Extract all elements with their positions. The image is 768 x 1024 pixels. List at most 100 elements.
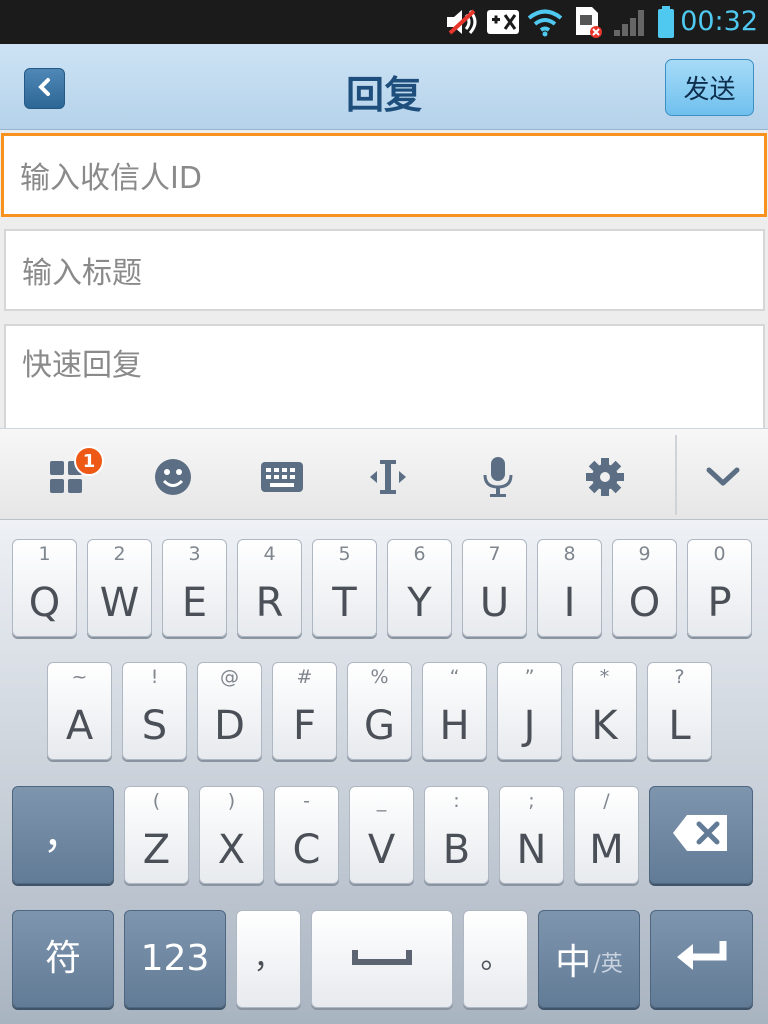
key-hint: ; bbox=[528, 790, 535, 812]
key-t[interactable]: 5T bbox=[312, 539, 377, 637]
keyboard-icon[interactable] bbox=[259, 455, 305, 499]
microphone-icon[interactable] bbox=[476, 455, 520, 499]
key-label: P bbox=[707, 580, 732, 626]
key-n[interactable]: ; N bbox=[499, 786, 564, 884]
key-hint: * bbox=[599, 666, 610, 688]
key-e[interactable]: 3E bbox=[162, 539, 227, 637]
comma-small-key[interactable]: ， bbox=[236, 910, 301, 1008]
key-hint: @ bbox=[220, 666, 239, 688]
gamepad-icon bbox=[484, 6, 522, 38]
key-hint: ( bbox=[152, 790, 161, 812]
key-hint: / bbox=[603, 790, 610, 812]
key-hint: ) bbox=[227, 790, 236, 812]
key-g[interactable]: % G bbox=[347, 662, 412, 760]
enter-key[interactable] bbox=[650, 910, 753, 1008]
emoji-icon[interactable] bbox=[151, 455, 195, 499]
key-c[interactable]: -C bbox=[274, 786, 339, 884]
numbers-key[interactable]: 123 bbox=[124, 910, 226, 1008]
key-d[interactable]: @ D bbox=[197, 662, 262, 760]
key-v[interactable]: _ V bbox=[349, 786, 414, 884]
key-a[interactable]: ~ A bbox=[47, 662, 112, 760]
key-label: T bbox=[332, 580, 357, 626]
language-toggle-key[interactable]: 中 /英 bbox=[538, 910, 640, 1008]
key-label: W bbox=[99, 580, 140, 626]
key-hint: # bbox=[296, 666, 313, 688]
key-b[interactable]: :B bbox=[424, 786, 489, 884]
send-button[interactable]: 发送 bbox=[665, 59, 754, 116]
key-hint: ” bbox=[524, 666, 535, 688]
cursor-icon[interactable] bbox=[366, 455, 410, 499]
key-p[interactable]: 0P bbox=[687, 539, 752, 637]
key-label: U bbox=[479, 580, 510, 626]
key-w[interactable]: 2W bbox=[87, 539, 152, 637]
key-hint: “ bbox=[449, 666, 460, 688]
key-hint: % bbox=[370, 666, 389, 688]
key-hint: 0 bbox=[713, 543, 726, 565]
key-hint: 4 bbox=[263, 543, 276, 565]
key-l[interactable]: ? L bbox=[647, 662, 712, 760]
recipient-id-input[interactable]: 输入收信人ID bbox=[1, 133, 767, 217]
key-label: N bbox=[516, 827, 547, 873]
key-o[interactable]: 9O bbox=[612, 539, 677, 637]
toolbar-divider bbox=[675, 435, 677, 515]
signal-icon bbox=[611, 6, 651, 38]
key-hint: 9 bbox=[638, 543, 651, 565]
key-hint: ! bbox=[150, 666, 159, 688]
key-hint: 7 bbox=[488, 543, 501, 565]
space-key[interactable] bbox=[311, 910, 453, 1008]
period-key[interactable]: 。 bbox=[463, 910, 528, 1008]
soft-keyboard: 1Q 2W 3E 4R 5T 6Y 7U 8I 9O 0P ~ A ! S @ D #… bbox=[0, 520, 768, 1024]
key-hint: - bbox=[303, 790, 310, 812]
key-label: A bbox=[65, 703, 94, 749]
comma-key[interactable]: ， bbox=[12, 786, 114, 884]
key-hint: ~ bbox=[71, 666, 88, 688]
key-label: 123 bbox=[140, 938, 210, 979]
battery-icon bbox=[654, 6, 678, 38]
sim-error-icon bbox=[571, 6, 605, 38]
key-k[interactable]: * K bbox=[572, 662, 637, 760]
status-bar: 00:32 bbox=[0, 0, 768, 44]
settings-icon[interactable] bbox=[583, 455, 627, 499]
key-label: J bbox=[523, 703, 536, 749]
wifi-icon bbox=[526, 6, 564, 38]
enter-icon bbox=[673, 937, 731, 981]
backspace-icon bbox=[671, 813, 731, 857]
key-hint: 6 bbox=[413, 543, 426, 565]
lang-main-label: 中 bbox=[555, 942, 592, 983]
key-label: F bbox=[292, 703, 316, 749]
symbols-key[interactable]: 符 bbox=[12, 910, 114, 1008]
key-label: B bbox=[442, 827, 471, 873]
key-label: D bbox=[214, 703, 245, 749]
key-s[interactable]: ! S bbox=[122, 662, 187, 760]
key-label: G bbox=[364, 703, 395, 749]
key-label: K bbox=[591, 703, 618, 749]
ime-toolbar bbox=[0, 428, 768, 520]
mute-icon bbox=[443, 6, 479, 38]
key-r[interactable]: 4R bbox=[237, 539, 302, 637]
key-label: 。 bbox=[480, 941, 511, 976]
status-time: 00:32 bbox=[680, 6, 758, 37]
key-f[interactable]: # F bbox=[272, 662, 337, 760]
key-m[interactable]: / M bbox=[574, 786, 639, 884]
backspace-key[interactable] bbox=[649, 786, 753, 884]
collapse-icon[interactable] bbox=[701, 455, 745, 499]
key-h[interactable]: “H bbox=[422, 662, 487, 760]
key-q[interactable]: 1Q bbox=[12, 539, 77, 637]
key-i[interactable]: 8I bbox=[537, 539, 602, 637]
subject-input[interactable]: 输入标题 bbox=[4, 229, 765, 311]
lang-alt-label: /英 bbox=[593, 952, 623, 977]
key-hint: ? bbox=[674, 666, 685, 688]
quick-reply-textarea[interactable]: 快速回复 bbox=[4, 324, 765, 428]
app-header: 回复 发送 bbox=[0, 44, 768, 130]
key-hint: : bbox=[453, 790, 460, 812]
key-label: 符 bbox=[44, 938, 81, 979]
key-hint: 2 bbox=[113, 543, 126, 565]
key-label: Y bbox=[407, 580, 432, 626]
key-hint: 5 bbox=[338, 543, 351, 565]
key-j[interactable]: ” J bbox=[497, 662, 562, 760]
key-hint: 8 bbox=[563, 543, 576, 565]
key-y[interactable]: 6Y bbox=[387, 539, 452, 637]
key-x[interactable]: ) X bbox=[199, 786, 264, 884]
key-u[interactable]: 7U bbox=[462, 539, 527, 637]
key-z[interactable]: (Z bbox=[124, 786, 189, 884]
